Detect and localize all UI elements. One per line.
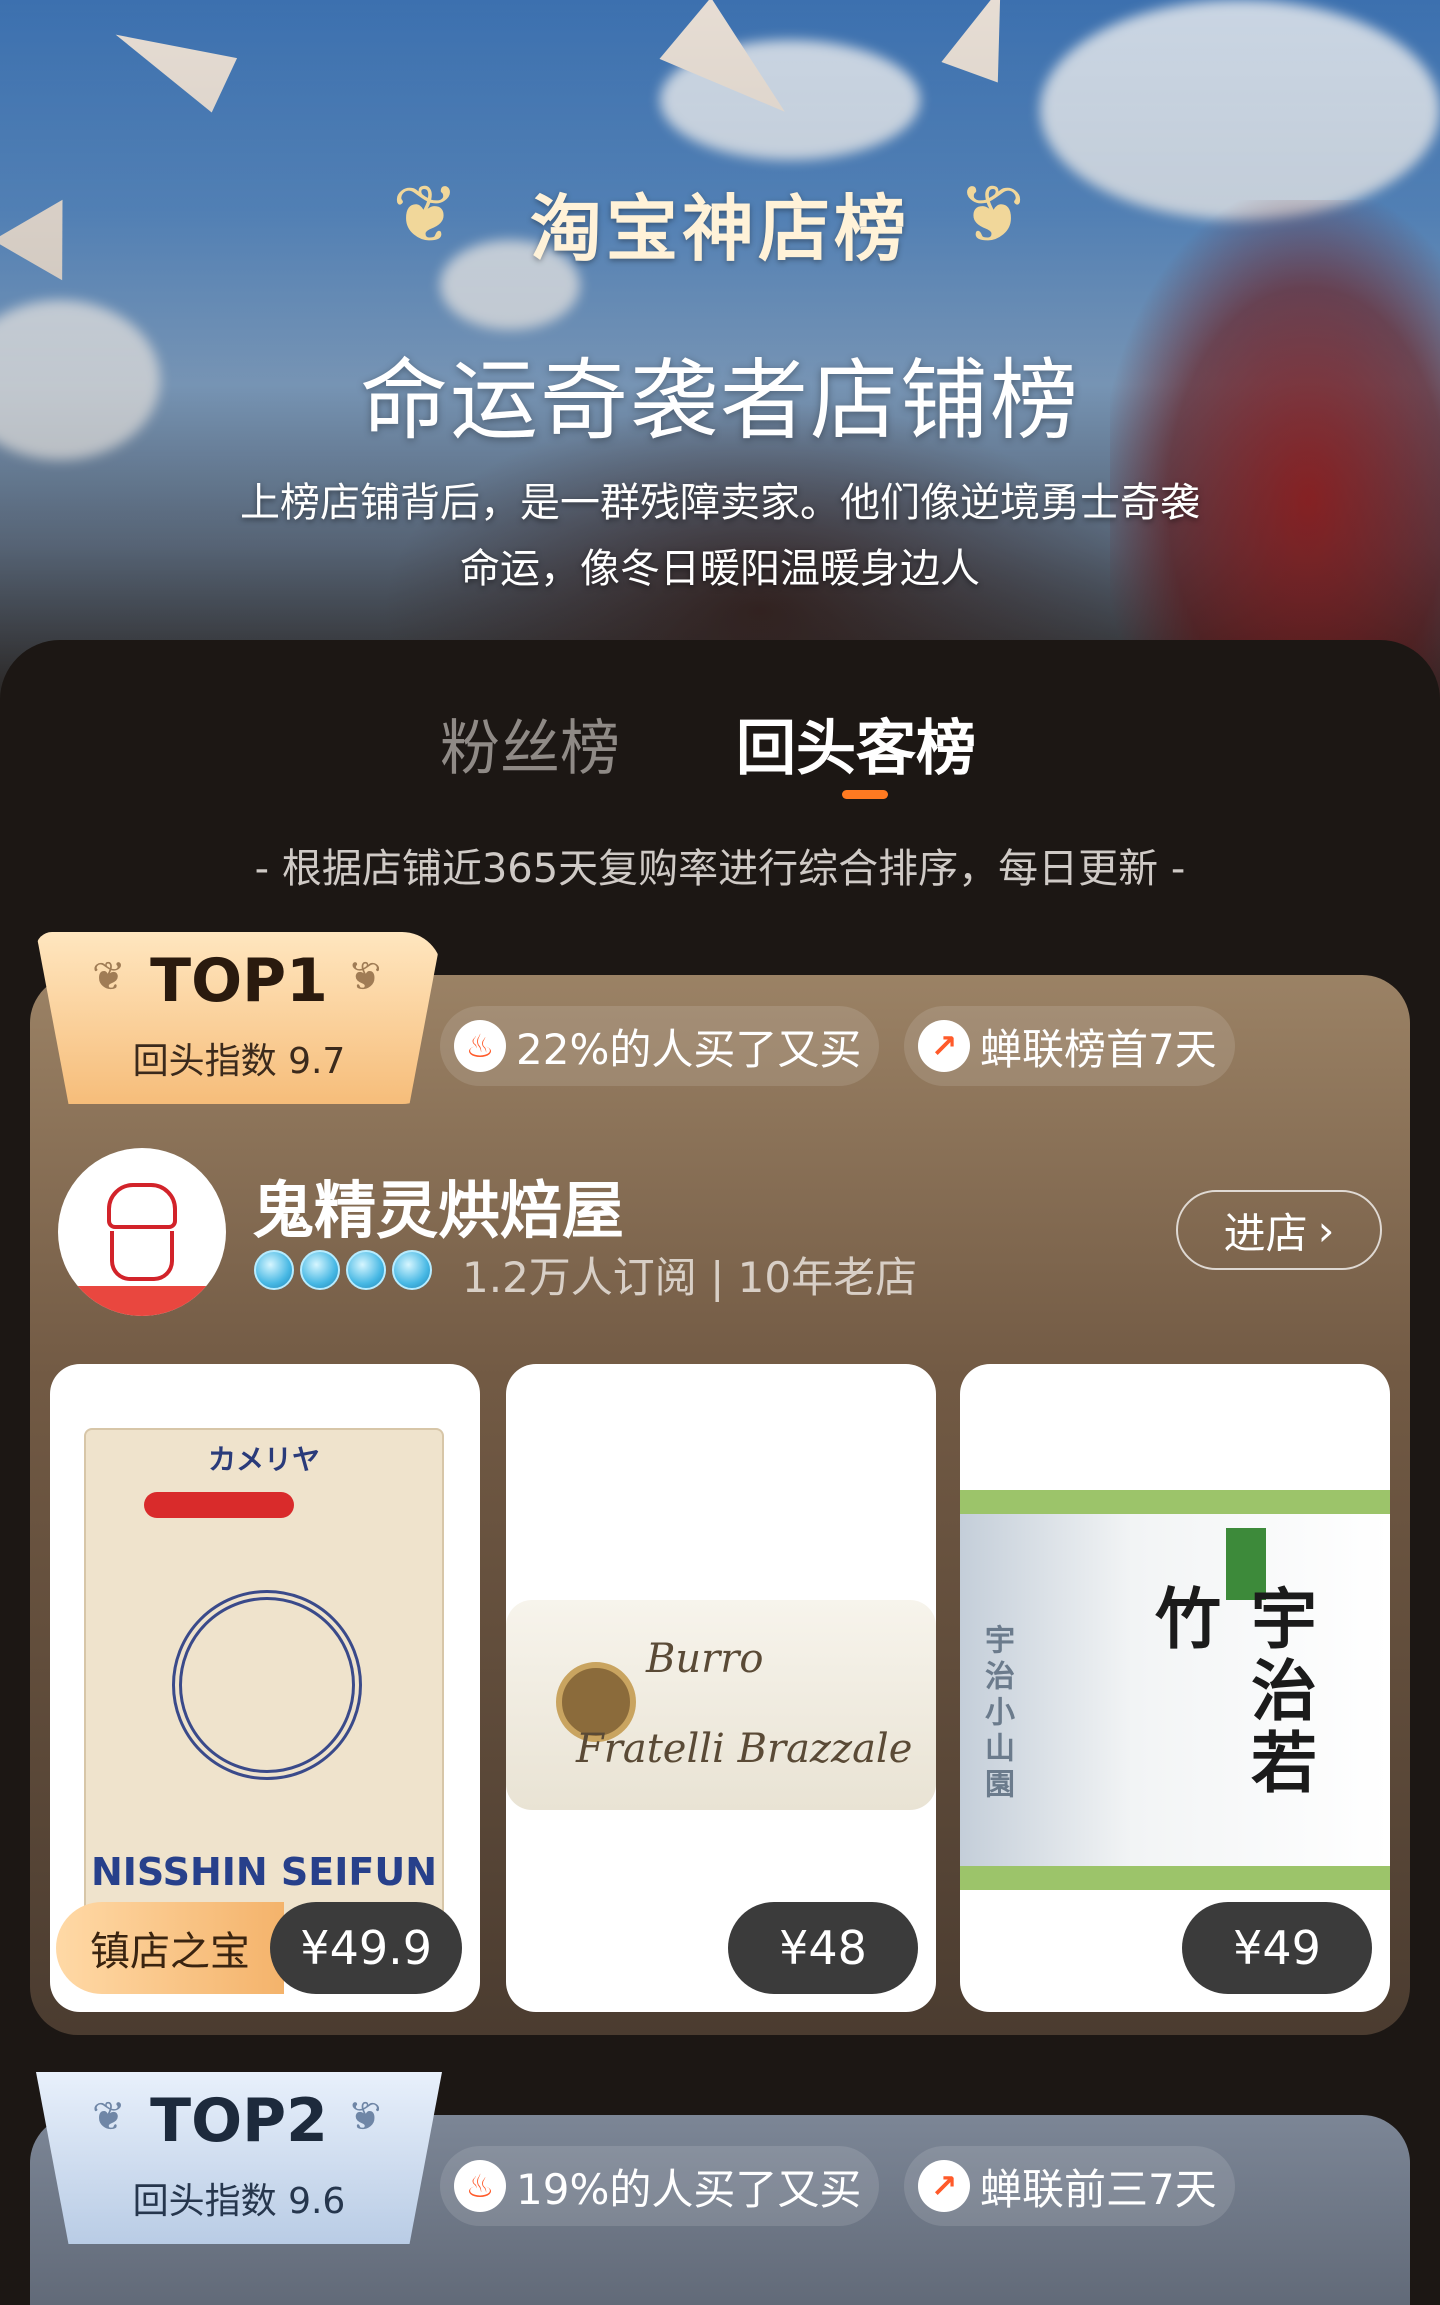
tab-active-indicator [842, 790, 888, 799]
product-price: ¥48 [728, 1902, 918, 1994]
shop-avatar[interactable] [58, 1148, 226, 1316]
product-art-text: Burro [646, 1636, 764, 1682]
treasure-tag: 镇店之宝 [56, 1902, 284, 1994]
repurchase-stat-text: 22%的人买了又买 [516, 1024, 862, 1074]
chef-logo-face [110, 1231, 174, 1281]
product-art-text: Fratelli Brazzale [576, 1726, 913, 1772]
fire-icon: ♨ [454, 2160, 506, 2212]
product-price: ¥49.9 [270, 1902, 462, 1994]
product-art-text: 宇治若竹 [1144, 1584, 1317, 1800]
repurchase-stat-text: 19%的人买了又买 [516, 2164, 862, 2214]
crown-icon [346, 1250, 386, 1290]
hero-title: 命运奇袭者店铺榜 [359, 349, 1080, 452]
ranking-rule-note: - 根据店铺近365天复购率进行综合排序，每日更新 - [254, 846, 1186, 892]
rank-badge: ❦ ❦ TOP2 回头指数 9.6 [36, 2072, 442, 2244]
shop-meta: 1.2万人订阅 | 10年老店 [462, 1253, 918, 1302]
rank-label: TOP2 [150, 2086, 328, 2156]
crown-icon [392, 1250, 432, 1290]
streak-stat: ↗ 蝉联榜首7天 [904, 1006, 1235, 1086]
hero-subtitle: 上榜店铺背后，是一群残障卖家。他们像逆境勇士奇袭 命运，像冬日暖阳温暖身边人 [150, 470, 1290, 602]
enter-shop-label: 进店 [1223, 1208, 1308, 1258]
streak-stat: ↗ 蝉联前三7天 [904, 2146, 1235, 2226]
tab-repeat-customers[interactable]: 回头客榜 [736, 700, 976, 787]
avatar-strip [58, 1286, 226, 1316]
streak-stat-text: 蝉联前三7天 [980, 2164, 1217, 2214]
enter-shop-button[interactable]: 进店 › [1176, 1190, 1382, 1270]
repeat-index: 回头指数 9.6 [132, 2181, 346, 2222]
rank-label: TOP1 [150, 946, 328, 1016]
rank-badge: ❦ ❦ TOP1 回头指数 9.7 [36, 932, 442, 1104]
fire-icon: ♨ [454, 1020, 506, 1072]
product-art-maker: NISSHIN SEIFUN [90, 1850, 438, 1894]
streak-stat-text: 蝉联榜首7天 [980, 1024, 1217, 1074]
product-art-band [144, 1492, 294, 1518]
product-image-matcha: 宇治若竹 宇治小山園 [960, 1490, 1390, 1890]
product-price: ¥49 [1182, 1902, 1372, 1994]
laurel-right-icon: ❦ [958, 168, 1026, 261]
brand-title: 淘宝神店榜 [529, 187, 910, 271]
chevron-right-icon: › [1317, 1205, 1335, 1255]
tab-bar: 粉丝榜 回头客榜 [0, 700, 1440, 790]
product-art-text: 宇治小山園 [979, 1624, 1014, 1804]
repeat-index: 回头指数 9.7 [132, 1041, 346, 1082]
repurchase-stat: ♨ 22%的人买了又买 [440, 1006, 880, 1086]
crown-icon [254, 1250, 294, 1290]
shop-level-crowns [254, 1250, 432, 1290]
product-image-butter: Burro Fratelli Brazzale [506, 1600, 936, 1810]
trend-up-icon: ↗ [918, 2160, 970, 2212]
crown-icon [300, 1250, 340, 1290]
shop-name[interactable]: 鬼精灵烘焙屋 [252, 1160, 624, 1250]
hero-subtitle-line: 上榜店铺背后，是一群残障卖家。他们像逆境勇士奇袭 [240, 480, 1200, 526]
hero-subtitle-line: 命运，像冬日暖阳温暖身边人 [460, 546, 980, 592]
product-image-flour: カメリヤ NISSHIN SEIFUN [84, 1428, 444, 1928]
product-card[interactable]: カメリヤ NISSHIN SEIFUN 镇店之宝 ¥49.9 [50, 1364, 480, 2012]
product-art-seal [172, 1590, 362, 1780]
repurchase-stat: ♨ 19%的人买了又买 [440, 2146, 880, 2226]
trend-up-icon: ↗ [918, 1020, 970, 1072]
product-card[interactable]: 宇治若竹 宇治小山園 ¥49 [960, 1364, 1390, 2012]
tab-fans[interactable]: 粉丝榜 [440, 700, 620, 787]
product-card[interactable]: Burro Fratelli Brazzale ¥48 [506, 1364, 936, 2012]
chef-logo-icon [107, 1183, 177, 1229]
product-art-brand: カメリヤ [207, 1443, 320, 1476]
